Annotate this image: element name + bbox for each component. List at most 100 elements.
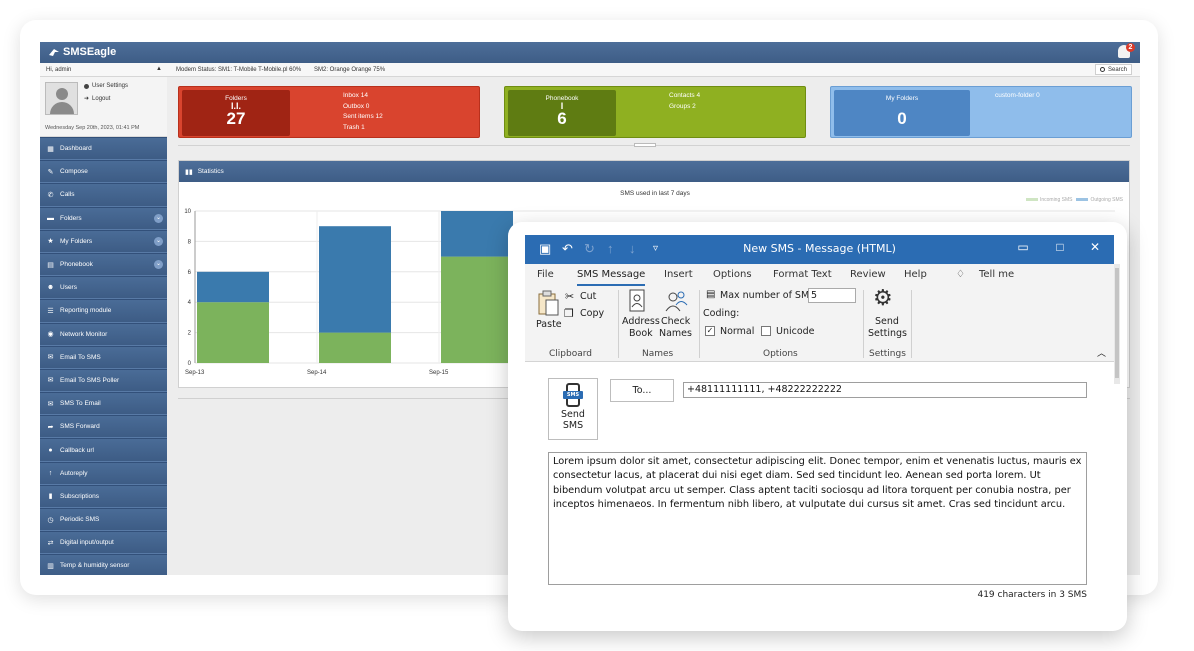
sidebar-item-callback-url[interactable]: ● Callback url xyxy=(40,438,167,462)
chevron-down-icon[interactable]: ⌄ xyxy=(154,213,163,223)
normal-label: Normal xyxy=(720,326,755,337)
tell-me-search[interactable]: Tell me xyxy=(979,269,1014,280)
tab-options[interactable]: Options xyxy=(713,269,752,280)
recipients-input[interactable]: +48111111111, +48222222222 xyxy=(683,382,1087,398)
sidebar-item-network-monitor[interactable]: ◉ Network Monitor xyxy=(40,322,167,346)
sidebar-item-periodic-sms[interactable]: ◷ Periodic SMS xyxy=(40,508,167,532)
message-body-textarea[interactable]: Lorem ipsum dolor sit amet, consectetur … xyxy=(548,452,1087,585)
sidebar-item-label: SMS To Email xyxy=(60,400,101,408)
sidebar-item-email-to-sms-poller[interactable]: ✉ Email To SMS Poller xyxy=(40,368,167,393)
trash-count[interactable]: Trash 1 xyxy=(343,123,383,134)
collapse-ribbon-icon[interactable]: ︿ xyxy=(1097,346,1106,359)
sidebar-item-autoreply[interactable]: ↑ Autoreply xyxy=(40,461,167,485)
greeting: Hi, admin xyxy=(46,67,72,73)
sidebar-item-digital-input-output[interactable]: ⇄ Digital input/output xyxy=(40,531,167,555)
bar-outgoing-sms xyxy=(319,226,391,333)
logout-link[interactable]: ➜ Logout xyxy=(84,95,110,103)
tab-file[interactable]: File xyxy=(537,269,554,280)
sidebar-item-folders[interactable]: ▬ Folders ⌄ xyxy=(40,206,167,230)
y-tick-label: 10 xyxy=(184,209,191,215)
sidebar-item-sms-to-email[interactable]: ✉ SMS To Email xyxy=(40,392,167,416)
my-folders-tile[interactable]: My Folders 0 custom-folder 0 xyxy=(830,86,1132,138)
tab-format-text[interactable]: Format Text xyxy=(773,269,832,280)
groups-count[interactable]: Groups 2 xyxy=(669,102,700,113)
email-to-sms-poller-icon: ✉ xyxy=(47,377,54,385)
bar-chart-icon: ▮▮ xyxy=(185,168,193,176)
sidebar-item-label: Folders xyxy=(60,214,82,222)
contacts-count[interactable]: Contacts 4 xyxy=(669,91,700,102)
sidebar-item-dashboard[interactable]: ▦ Dashboard xyxy=(40,137,167,161)
modem-status-2: SM2: Orange Orange 75% xyxy=(314,67,386,73)
brand-logo[interactable]: SMSEagle xyxy=(48,46,116,58)
ribbon: Paste ✂ Cut ❐ Copy Clipboard Address Boo… xyxy=(525,286,1114,362)
clipboard-icon xyxy=(538,290,559,316)
character-counter: 419 characters in 3 SMS xyxy=(977,590,1087,600)
top-bar: SMSEagle 2 xyxy=(40,42,1140,63)
legend-outgoing[interactable]: Outgoing SMS xyxy=(1076,197,1123,203)
sidebar-item-phonebook[interactable]: ▤ Phonebook ⌄ xyxy=(40,252,167,277)
send-sms-button[interactable]: SMS Send SMS xyxy=(548,378,598,440)
y-tick-label: 2 xyxy=(188,331,192,337)
sidebar-item-label: Users xyxy=(60,284,77,292)
sidebar-item-sms-forward[interactable]: ➦ SMS Forward xyxy=(40,415,167,439)
reporting-module-icon: ☰ xyxy=(47,307,54,315)
sidebar-item-my-folders[interactable]: ★ My Folders ⌄ xyxy=(40,229,167,253)
copy-icon: ❐ xyxy=(564,307,574,320)
phonebook-tile[interactable]: Phonebook I 6 Contacts 4 Groups 2 xyxy=(504,86,806,138)
sidebar-item-calls[interactable]: ✆ Calls xyxy=(40,183,167,207)
settings-group-label: Settings xyxy=(869,349,906,359)
chevron-down-icon[interactable]: ⌄ xyxy=(154,236,163,246)
custom-folder-count[interactable]: custom-folder 0 xyxy=(995,91,1040,102)
legend-incoming[interactable]: Incoming SMS xyxy=(1025,197,1072,203)
sent-items-count[interactable]: Sent items 12 xyxy=(343,112,383,123)
sidebar-item-temp-humidity-sensor[interactable]: ▥ Temp & humidity sensor xyxy=(40,554,167,575)
search-button[interactable]: Search xyxy=(1094,64,1132,75)
avatar xyxy=(45,82,78,115)
max-sms-input[interactable]: 5 xyxy=(808,288,856,303)
sidebar-item-label: SMS Forward xyxy=(60,423,100,431)
outbox-count[interactable]: Outbox 0 xyxy=(343,102,383,113)
sidebar-item-label: Dashboard xyxy=(60,145,92,153)
chevron-down-icon[interactable]: ⌄ xyxy=(154,259,163,269)
vertical-scrollbar[interactable] xyxy=(1114,264,1120,384)
search-label: Search xyxy=(1107,66,1127,73)
normal-checkbox[interactable]: ✓ xyxy=(705,326,715,336)
tab-help[interactable]: Help xyxy=(904,269,927,280)
tab-review[interactable]: Review xyxy=(850,269,886,280)
bar-incoming-sms xyxy=(197,302,269,363)
sidebar-item-label: Subscriptions xyxy=(60,492,100,500)
periodic-sms-icon: ◷ xyxy=(47,516,54,524)
sidebar-item-subscriptions[interactable]: ▮ Subscriptions xyxy=(40,484,167,508)
statistics-title: Statistics xyxy=(197,168,224,175)
bar-incoming-sms xyxy=(319,332,391,363)
close-icon[interactable]: ✕ xyxy=(1087,240,1103,254)
gear-icon: ⚙ xyxy=(873,286,893,311)
collapse-caret-icon[interactable]: ▲ xyxy=(156,66,162,72)
collapse-handle[interactable] xyxy=(634,143,656,147)
sidebar-item-email-to-sms[interactable]: ✉ Email To SMS xyxy=(40,345,167,369)
tab-sms-message[interactable]: SMS Message xyxy=(577,269,646,286)
address-book-label-1: Address xyxy=(622,316,660,327)
x-tick-label: Sep-13 xyxy=(185,370,205,376)
network-monitor-icon: ◉ xyxy=(47,331,54,339)
unicode-checkbox[interactable] xyxy=(761,326,771,336)
to-button[interactable]: To... xyxy=(610,379,674,402)
folders-tile[interactable]: Folders I.I. 27 Inbox 14 Outbox 0 Sent i… xyxy=(178,86,480,138)
options-group-label: Options xyxy=(763,349,798,359)
tab-insert[interactable]: Insert xyxy=(664,269,693,280)
send-label-1: Send xyxy=(561,409,585,420)
sidebar-item-users[interactable]: ☻ Users xyxy=(40,276,167,300)
sidebar-item-compose[interactable]: ✎ Compose xyxy=(40,160,167,184)
inbox-count[interactable]: Inbox 14 xyxy=(343,91,383,102)
phonebook-tile-info: Contacts 4 Groups 2 xyxy=(669,91,700,112)
callback-url-icon: ● xyxy=(48,446,53,454)
sidebar-item-reporting-module[interactable]: ☰ Reporting module xyxy=(40,299,167,323)
chart-legend: Incoming SMS Outgoing SMS xyxy=(1025,197,1123,203)
user-settings-link[interactable]: User Settings xyxy=(84,83,128,89)
folders-icon: ▬ xyxy=(47,214,54,222)
clipboard-group-label: Clipboard xyxy=(549,349,592,359)
email-to-sms-icon: ✉ xyxy=(47,354,54,362)
address-book-label-2: Book xyxy=(629,328,653,339)
ribbon-display-icon[interactable]: ▭ xyxy=(1015,240,1031,254)
maximize-icon[interactable]: □ xyxy=(1052,240,1068,254)
